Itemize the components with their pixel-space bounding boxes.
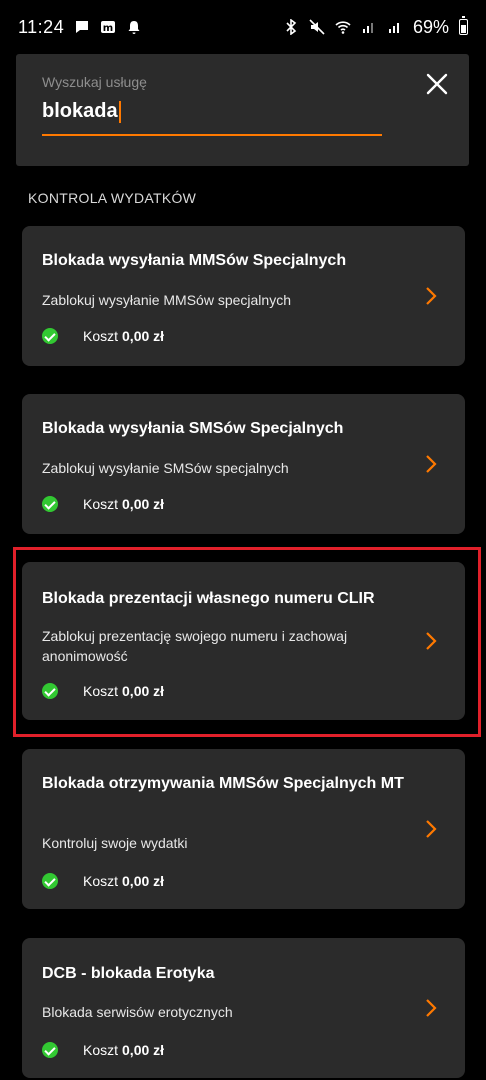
card-description: Blokada serwisów erotycznych [42,1004,233,1020]
card-description: Zablokuj wysyłanie MMSów specjalnych [42,292,291,308]
svg-text:m: m [103,23,113,34]
search-input[interactable]: blokada [42,100,121,123]
status-left: 11:24 m [18,17,142,38]
card-cost: Koszt 0,00 zł [42,496,164,512]
app-m-icon: m [101,21,116,34]
signal-2-icon [388,23,399,33]
bluetooth-icon [286,19,297,35]
chat-icon [76,21,89,33]
card-description: Zablokuj wysyłanie SMSów specjalnych [42,460,289,476]
search-panel: Wyszukaj usługę blokada [16,54,469,166]
bell-icon [128,21,140,34]
service-card[interactable]: Blokada wysyłania SMSów Specjalnych Zabl… [22,394,465,534]
search-label: Wyszukaj usługę [42,74,147,90]
cost-value: 0,00 zł [122,328,165,344]
mute-icon [309,19,325,35]
service-card[interactable]: DCB - blokada Erotyka Blokada serwisów e… [22,938,465,1078]
card-cost: Koszt 0,00 zł [42,873,164,889]
section-title: KONTROLA WYDATKÓW [28,190,197,206]
cost-label: Koszt [83,873,119,889]
search-underline [42,134,382,136]
service-card[interactable]: Blokada otrzymywania MMSów Specjalnych M… [22,749,465,909]
battery-icon [459,16,468,35]
text-caret [118,100,121,123]
card-title: DCB - blokada Erotyka [42,965,215,982]
chevron-right-icon[interactable] [423,819,439,839]
card-title: Blokada wysyłania SMSów Specjalnych [42,420,344,437]
service-card[interactable]: Blokada wysyłania MMSów Specjalnych Zabl… [22,226,465,366]
cost-label: Koszt [83,328,119,344]
cost-label: Koszt [83,1042,119,1058]
close-icon[interactable] [425,72,449,96]
card-cost: Koszt 0,00 zł [42,328,164,344]
battery-percent: 69% [412,16,449,37]
status-bar: 11:24 m 69% [0,0,486,54]
chevron-right-icon[interactable] [423,998,439,1018]
card-title: Blokada wysyłania MMSów Specjalnych [42,252,347,269]
search-input-value: blokada [42,100,118,122]
highlight-box [13,547,481,737]
clock: 11:24 [18,16,65,37]
card-cost: Koszt 0,00 zł [42,1042,164,1058]
check-icon [42,328,58,344]
card-description: Kontroluj swoje wydatki [42,835,188,851]
cost-label: Koszt [83,496,119,512]
cost-value: 0,00 zł [122,873,165,889]
card-title: Blokada otrzymywania MMSów Specjalnych M… [42,775,404,792]
check-icon [42,873,58,889]
chevron-right-icon[interactable] [423,286,439,306]
cost-value: 0,00 zł [122,1042,165,1058]
wifi-icon [335,21,351,34]
cost-value: 0,00 zł [122,496,165,512]
signal-icon [362,23,373,33]
check-icon [42,1042,58,1058]
status-right: 69% [283,16,468,38]
chevron-right-icon[interactable] [423,454,439,474]
check-icon [42,496,58,512]
